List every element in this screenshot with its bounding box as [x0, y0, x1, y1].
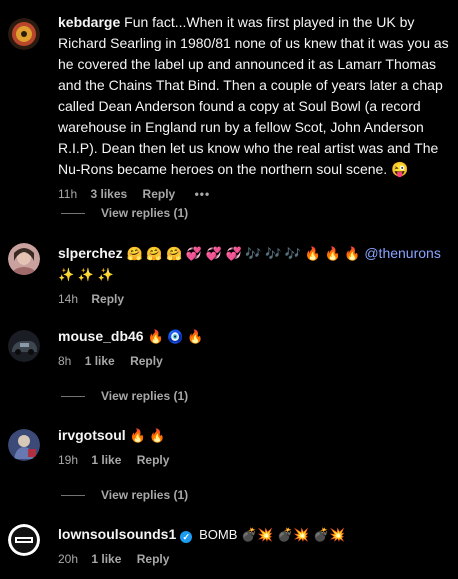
comment-meta: 20h 1 like Reply — [58, 551, 452, 567]
comment-message: 🔥 🧿 🔥 — [147, 329, 204, 344]
comment-body: kebdarge Fun fact...When it was first pl… — [58, 12, 452, 202]
like-count[interactable]: 1 like — [91, 453, 121, 467]
replies-divider — [61, 495, 85, 497]
comment-meta: 11h 3 likes Reply ••• — [58, 186, 452, 202]
view-replies-label: View replies (1) — [101, 389, 189, 403]
mention-link[interactable]: @thenurons — [364, 245, 440, 261]
comment-message: Fun fact...When it was first played in t… — [58, 14, 449, 177]
timestamp: 14h — [58, 292, 79, 306]
view-replies-label: View replies (1) — [101, 206, 189, 220]
timestamp: 20h — [58, 552, 79, 566]
comment-text: kebdarge Fun fact...When it was first pl… — [58, 12, 452, 180]
more-options-icon[interactable]: ••• — [195, 187, 211, 201]
username[interactable]: slperchez — [58, 245, 123, 261]
kebdarge-avatar-icon — [8, 18, 40, 50]
avatar-mouse-db46[interactable] — [8, 330, 40, 362]
comment-text: lownsoulsounds1 ✓ BOMB 💣💥 💣💥 💣💥 — [58, 524, 452, 545]
view-replies-button[interactable]: View replies (1) — [61, 206, 188, 222]
mouse-db46-avatar-icon — [8, 330, 40, 362]
comment-body: lownsoulsounds1 ✓ BOMB 💣💥 💣💥 💣💥 20h 1 lik… — [58, 524, 452, 567]
comment-text: slperchez 🤗 🤗 🤗 💞 💞 💞 🎶 🎶 🎶 🔥 🔥 🔥 @thenu… — [58, 243, 452, 285]
username[interactable]: mouse_db46 — [58, 328, 144, 344]
comment-body: slperchez 🤗 🤗 🤗 💞 💞 💞 🎶 🎶 🎶 🔥 🔥 🔥 @thenu… — [58, 243, 452, 307]
comment-body: irvgotsoul 🔥 🔥 19h 1 like Reply — [58, 425, 452, 468]
comment-message-continued: ✨ ✨ ✨ — [58, 267, 114, 282]
comment-message: 🔥 🔥 — [129, 428, 166, 443]
comment-meta: 19h 1 like Reply — [58, 452, 452, 468]
reply-button[interactable]: Reply — [91, 292, 124, 306]
comment-body: mouse_db46 🔥 🧿 🔥 8h 1 like Reply — [58, 326, 452, 369]
avatar-irvgotsoul[interactable] — [8, 429, 40, 461]
replies-divider — [61, 213, 85, 215]
reply-button[interactable]: Reply — [137, 552, 170, 566]
comment-text: mouse_db46 🔥 🧿 🔥 — [58, 326, 452, 347]
slperchez-avatar-icon — [8, 243, 40, 275]
username[interactable]: irvgotsoul — [58, 427, 126, 443]
avatar-lownsoulsounds1[interactable] — [8, 524, 40, 556]
view-replies-button[interactable]: View replies (1) — [61, 389, 188, 405]
timestamp: 8h — [58, 354, 72, 368]
comment-meta: 14h Reply — [58, 291, 452, 307]
username[interactable]: lownsoulsounds1 — [58, 526, 176, 542]
avatar-kebdarge[interactable] — [8, 18, 40, 50]
view-replies-label: View replies (1) — [101, 488, 189, 502]
reply-button[interactable]: Reply — [130, 354, 163, 368]
like-count[interactable]: 1 like — [85, 354, 115, 368]
username[interactable]: kebdarge — [58, 14, 120, 30]
comment-meta: 8h 1 like Reply — [58, 353, 452, 369]
avatar-slperchez[interactable] — [8, 243, 40, 275]
like-count[interactable]: 3 likes — [90, 187, 127, 201]
reply-button[interactable]: Reply — [137, 453, 170, 467]
comment-text: irvgotsoul 🔥 🔥 — [58, 425, 452, 446]
comment-message: 🤗 🤗 🤗 💞 💞 💞 🎶 🎶 🎶 🔥 🔥 🔥 — [126, 246, 361, 261]
irvgotsoul-avatar-icon — [8, 429, 40, 461]
replies-divider — [61, 396, 85, 398]
reply-button[interactable]: Reply — [143, 187, 176, 201]
timestamp: 11h — [58, 187, 78, 201]
lownsoulsounds1-avatar-icon — [8, 524, 40, 556]
view-replies-button[interactable]: View replies (1) — [61, 488, 188, 504]
verified-badge-icon: ✓ — [180, 531, 193, 543]
timestamp: 19h — [58, 453, 79, 467]
like-count[interactable]: 1 like — [91, 552, 121, 566]
comment-message: BOMB 💣💥 💣💥 💣💥 — [199, 527, 346, 542]
